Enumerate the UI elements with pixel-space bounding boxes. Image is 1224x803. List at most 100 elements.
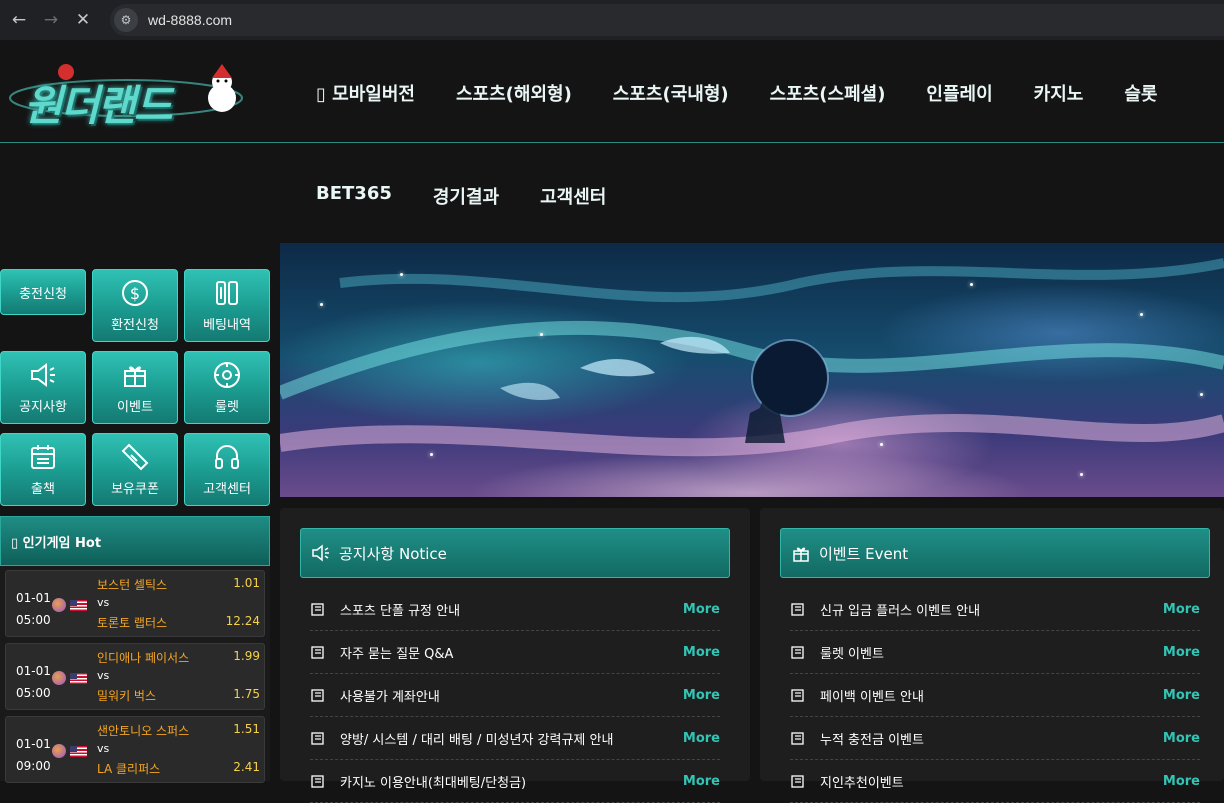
notice-row[interactable]: 스포츠 단폴 규정 안내 More <box>310 588 720 631</box>
nav-mobile-version[interactable]: ▯ 모바일버전 <box>316 80 415 106</box>
game-card[interactable]: 01-01 05:00 보스턴 셀틱스 vs 토론토 랩터스 1.01 12.24 <box>5 570 265 637</box>
event-header[interactable]: 이벤트 Event <box>780 528 1210 578</box>
more-link[interactable]: More <box>1163 645 1200 660</box>
scroll-icon <box>791 775 804 788</box>
event-row[interactable]: 지인추천이벤트 More <box>790 760 1200 803</box>
game-date: 01-01 <box>16 591 51 605</box>
game-card[interactable]: 01-01 05:00 인디애나 페이서스 vs 밀워키 벅스 1.99 1.75 <box>5 643 265 710</box>
more-link[interactable]: More <box>1163 731 1200 746</box>
more-link[interactable]: More <box>1163 774 1200 789</box>
quick-label: 룰렛 <box>215 400 239 415</box>
deposit-request-button[interactable]: 충전신청 <box>0 269 86 315</box>
more-link[interactable]: More <box>1163 688 1200 703</box>
customer-center-button[interactable]: 고객센터 <box>184 433 270 506</box>
notice-title: 공지사항 Notice <box>339 544 447 563</box>
more-link[interactable]: More <box>683 688 720 703</box>
vs-label: vs <box>97 596 110 609</box>
basketball-icon <box>52 598 66 612</box>
nav-sports-domestic[interactable]: 스포츠(국내형) <box>613 80 729 106</box>
home-team: 인디애나 페이서스 <box>97 651 190 665</box>
more-link[interactable]: More <box>683 731 720 746</box>
event-row[interactable]: 페이백 이벤트 안내 More <box>790 674 1200 717</box>
vs-label: vs <box>97 742 110 755</box>
site-header: 원더랜드 ▯ 모바일버전 스포츠(해외형) 스포츠(국내형) 스포츠(스페셜) … <box>0 40 1224 143</box>
event-row[interactable]: 룰렛 이벤트 More <box>790 631 1200 674</box>
us-flag-icon <box>70 673 87 684</box>
star-decoration <box>1140 313 1143 316</box>
nav-casino[interactable]: 카지노 <box>1034 80 1084 106</box>
game-datetime: 01-01 09:00 <box>16 733 51 777</box>
notice-button[interactable]: 공지사항 <box>0 351 86 424</box>
quick-label: 출책 <box>31 482 55 497</box>
banner-artwork <box>280 258 1224 457</box>
notice-row[interactable]: 자주 묻는 질문 Q&A More <box>310 631 720 674</box>
event-row[interactable]: 누적 충전금 이벤트 More <box>790 717 1200 760</box>
scroll-icon <box>791 646 804 659</box>
star-decoration <box>320 303 323 306</box>
notice-row[interactable]: 양방/ 시스템 / 대리 배팅 / 미성년자 강력규제 안내 More <box>310 717 720 760</box>
scroll-icon <box>311 603 324 616</box>
event-item-title: 룰렛 이벤트 <box>820 646 884 662</box>
address-bar[interactable]: ⚙ wd-8888.com <box>110 4 1224 36</box>
more-link[interactable]: More <box>683 602 720 617</box>
nav-sports-overseas[interactable]: 스포츠(해외형) <box>456 80 572 106</box>
home-team: 샌안토니오 스퍼스 <box>97 724 190 738</box>
quick-label: 고객센터 <box>203 482 251 497</box>
ticket-icon <box>121 443 149 471</box>
back-icon[interactable]: ← <box>6 7 32 33</box>
game-time: 05:00 <box>16 686 51 700</box>
notice-item-title: 사용불가 계좌안내 <box>340 689 440 705</box>
notice-row[interactable]: 카지노 이용안내(최대베팅/단청금) More <box>310 760 720 803</box>
us-flag-icon <box>70 600 87 611</box>
attendance-button[interactable]: 출책 <box>0 433 86 506</box>
quick-label: 보유쿠폰 <box>111 482 159 497</box>
hot-games-list: 01-01 05:00 보스턴 셀틱스 vs 토론토 랩터스 1.01 12.24… <box>0 566 270 783</box>
away-odds[interactable]: 12.24 <box>226 614 260 628</box>
nav-support[interactable]: 고객센터 <box>540 183 606 209</box>
home-odds[interactable]: 1.01 <box>233 576 260 590</box>
notice-header[interactable]: 공지사항 Notice <box>300 528 730 578</box>
away-odds[interactable]: 1.75 <box>233 687 260 701</box>
hero-banner[interactable] <box>280 243 1224 497</box>
quick-label: 충전신청 <box>19 286 67 302</box>
away-team: LA 클리퍼스 <box>97 762 161 776</box>
roulette-button[interactable]: 룰렛 <box>184 351 270 424</box>
more-link[interactable]: More <box>683 645 720 660</box>
nav-results[interactable]: 경기결과 <box>433 183 499 209</box>
game-card[interactable]: 01-01 09:00 샌안토니오 스퍼스 vs LA 클리퍼스 1.51 2.4… <box>5 716 265 783</box>
site-logo[interactable]: 원더랜드 <box>6 62 246 130</box>
star-decoration <box>880 443 883 446</box>
withdraw-request-button[interactable]: $ 환전신청 <box>92 269 178 342</box>
away-team: 밀워키 벅스 <box>97 689 157 703</box>
event-row[interactable]: 신규 입금 플러스 이벤트 안내 More <box>790 588 1200 631</box>
url-text[interactable]: wd-8888.com <box>148 12 232 28</box>
site-settings-icon[interactable]: ⚙ <box>114 8 138 32</box>
nav-sports-special[interactable]: 스포츠(스페셜) <box>770 80 886 106</box>
home-odds[interactable]: 1.99 <box>233 649 260 663</box>
stop-loading-icon[interactable]: ✕ <box>70 7 96 33</box>
home-odds[interactable]: 1.51 <box>233 722 260 736</box>
game-time: 09:00 <box>16 759 51 773</box>
hot-games-header: ▯ 인기게임 Hot <box>0 516 270 566</box>
star-decoration <box>1200 393 1203 396</box>
nav-bet365[interactable]: BET365 <box>316 183 392 209</box>
roulette-icon <box>214 362 240 388</box>
event-item-title: 지인추천이벤트 <box>820 775 904 791</box>
game-time: 05:00 <box>16 613 51 627</box>
event-button[interactable]: 이벤트 <box>92 351 178 424</box>
browser-toolbar: ← → ✕ ⚙ wd-8888.com <box>0 0 1224 40</box>
away-odds[interactable]: 2.41 <box>233 760 260 774</box>
coupon-button[interactable]: 보유쿠폰 <box>92 433 178 506</box>
gift-icon <box>124 366 146 387</box>
more-link[interactable]: More <box>683 774 720 789</box>
nav-inplay[interactable]: 인플레이 <box>926 80 992 106</box>
megaphone-icon <box>312 544 329 562</box>
calendar-icon <box>31 445 55 469</box>
more-link[interactable]: More <box>1163 602 1200 617</box>
notice-row[interactable]: 사용불가 계좌안내 More <box>310 674 720 717</box>
bet-history-button[interactable]: 베팅내역 <box>184 269 270 342</box>
headset-icon <box>215 445 239 469</box>
forward-icon[interactable]: → <box>38 7 64 33</box>
notice-panel: 공지사항 Notice 스포츠 단폴 규정 안내 More 자주 묻는 질문 Q… <box>280 508 750 803</box>
nav-slot[interactable]: 슬롯 <box>1124 80 1157 106</box>
